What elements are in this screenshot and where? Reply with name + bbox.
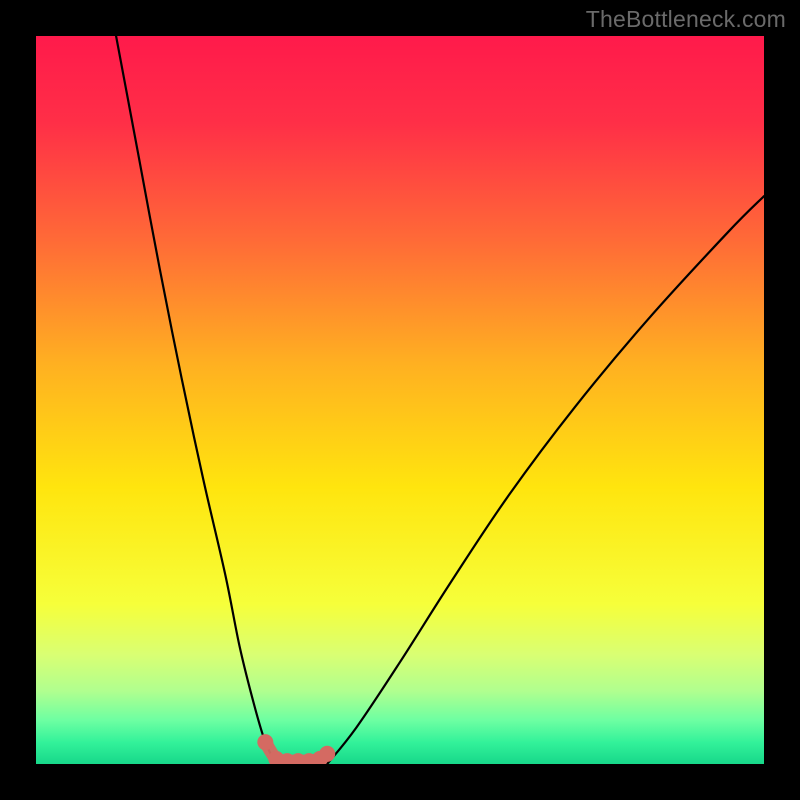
marker-dot [319, 746, 335, 762]
curve-layer [36, 36, 764, 764]
chart-frame: TheBottleneck.com [0, 0, 800, 800]
plot-area [36, 36, 764, 764]
watermark-text: TheBottleneck.com [586, 6, 786, 33]
series-right-branch [327, 196, 764, 764]
marker-dot [257, 734, 273, 750]
series-left-branch [116, 36, 276, 764]
